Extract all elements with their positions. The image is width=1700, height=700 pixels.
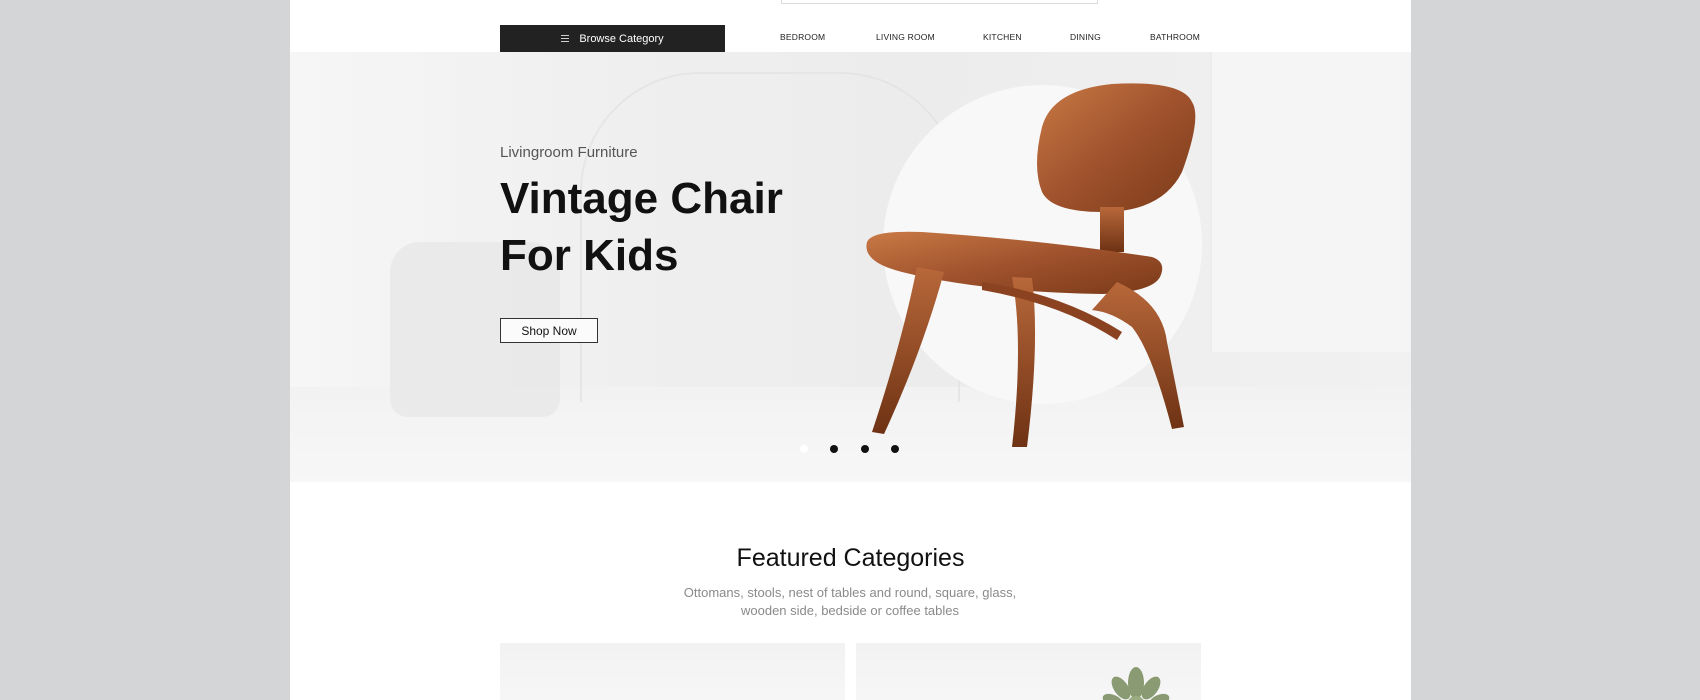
shop-now-button[interactable]: Shop Now xyxy=(500,318,598,343)
page: Browse Category BEDROOM LIVING ROOM KITC… xyxy=(290,0,1411,700)
slider-dots xyxy=(290,445,1411,455)
nav-bathroom[interactable]: BATHROOM xyxy=(1150,32,1200,42)
category-card-2[interactable] xyxy=(856,643,1201,700)
featured-description: Ottomans, stools, nest of tables and rou… xyxy=(683,585,1017,618)
succulent-plant-image xyxy=(1102,667,1170,700)
slider-dot-4[interactable] xyxy=(891,445,899,453)
browse-category-label: Browse Category xyxy=(579,32,664,45)
slider-dot-1[interactable] xyxy=(800,445,808,453)
slider-dot-2[interactable] xyxy=(830,445,838,453)
nav-kitchen[interactable]: KITCHEN xyxy=(983,32,1022,42)
nav-living-room[interactable]: LIVING ROOM xyxy=(876,32,935,42)
browse-category-button[interactable]: Browse Category xyxy=(500,25,725,52)
hero-armchair-backdrop xyxy=(1210,52,1410,352)
wooden-chair-image xyxy=(866,83,1196,447)
hero-subtitle: Livingroom Furniture xyxy=(500,144,638,161)
nav-dining[interactable]: DINING xyxy=(1070,32,1101,42)
search-bar[interactable] xyxy=(781,0,1098,4)
slider-dot-3[interactable] xyxy=(861,445,869,453)
category-card-1[interactable] xyxy=(500,643,845,700)
hero-title: Vintage Chair For Kids xyxy=(500,174,783,280)
nav-bedroom[interactable]: BEDROOM xyxy=(780,32,825,42)
menu-icon xyxy=(561,35,570,42)
hero-banner: Livingroom Furniture Vintage Chair For K… xyxy=(290,52,1411,482)
featured-title: Featured Categories xyxy=(736,544,965,572)
